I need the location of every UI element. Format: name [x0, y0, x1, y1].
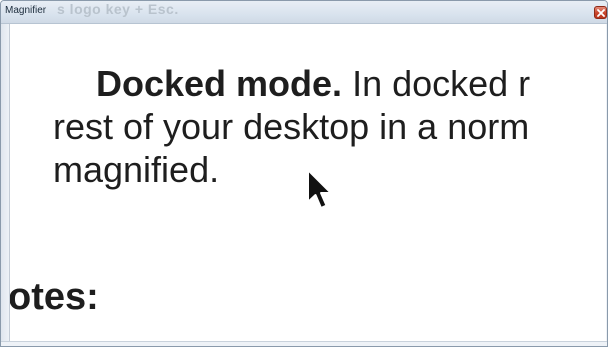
- magnifier-window: s logo key + Esc. Magnifier Docked mode.…: [0, 0, 608, 347]
- window-bottom-border: [1, 341, 607, 346]
- mouse-pointer-icon: [305, 168, 335, 217]
- docked-mode-heading: Docked mode.: [96, 63, 343, 104]
- text-line-1: Docked mode. In docked r: [96, 66, 530, 102]
- close-button[interactable]: [594, 6, 607, 19]
- title-bar[interactable]: s logo key + Esc. Magnifier: [1, 1, 607, 24]
- text-line-3: magnified.: [53, 149, 220, 190]
- close-icon: [597, 9, 605, 17]
- window-title: Magnifier: [5, 5, 47, 16]
- text-line-2: rest of your desktop in a norm: [53, 106, 530, 147]
- notes-heading: otes:: [9, 276, 99, 318]
- background-window-title: s logo key + Esc.: [57, 1, 179, 17]
- window-left-border: [1, 24, 9, 346]
- docked-mode-text: In docked r: [342, 63, 531, 104]
